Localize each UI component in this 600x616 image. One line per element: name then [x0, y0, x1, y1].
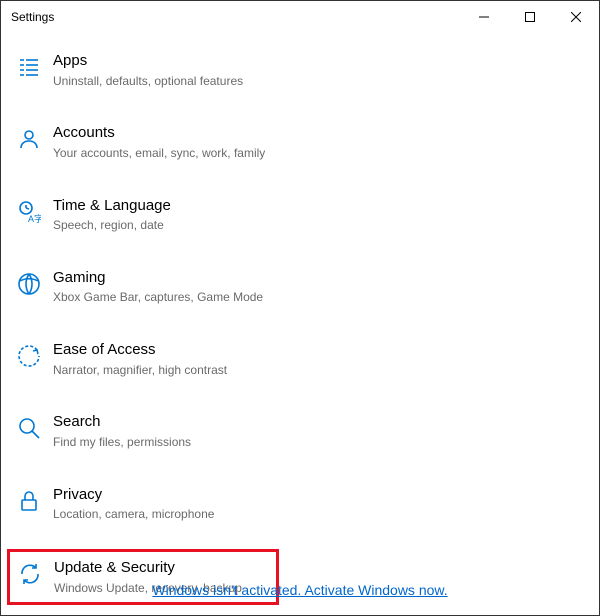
item-text: Gaming Xbox Game Bar, captures, Game Mod… [53, 268, 263, 306]
settings-item-gaming[interactable]: Gaming Xbox Game Bar, captures, Game Mod… [1, 260, 599, 314]
item-desc: Find my files, permissions [53, 434, 191, 451]
settings-item-search[interactable]: Search Find my files, permissions [1, 404, 599, 458]
accounts-icon [15, 125, 43, 153]
apps-icon [15, 53, 43, 81]
item-desc: Narrator, magnifier, high contrast [53, 362, 227, 379]
search-icon [15, 414, 43, 442]
settings-list: Apps Uninstall, defaults, optional featu… [1, 33, 599, 605]
time-language-icon: A字 [15, 198, 43, 226]
item-title: Gaming [53, 268, 263, 288]
svg-text:A字: A字 [28, 213, 41, 224]
maximize-button[interactable] [507, 1, 553, 33]
item-title: Apps [53, 51, 243, 71]
item-title: Accounts [53, 123, 265, 143]
settings-item-time-language[interactable]: A字 Time & Language Speech, region, date [1, 188, 599, 242]
item-text: Apps Uninstall, defaults, optional featu… [53, 51, 243, 89]
close-button[interactable] [553, 1, 599, 33]
item-title: Ease of Access [53, 340, 227, 360]
settings-item-ease-of-access[interactable]: Ease of Access Narrator, magnifier, high… [1, 332, 599, 386]
titlebar: Settings [1, 1, 599, 33]
item-title: Search [53, 412, 191, 432]
settings-item-apps[interactable]: Apps Uninstall, defaults, optional featu… [1, 43, 599, 97]
item-desc: Speech, region, date [53, 217, 171, 234]
item-desc: Your accounts, email, sync, work, family [53, 145, 265, 162]
item-title: Update & Security [54, 558, 242, 578]
item-text: Time & Language Speech, region, date [53, 196, 171, 234]
window-controls [461, 1, 599, 33]
item-text: Accounts Your accounts, email, sync, wor… [53, 123, 265, 161]
activation-link[interactable]: Windows isn't activated. Activate Window… [152, 582, 447, 598]
activation-notice: Windows isn't activated. Activate Window… [0, 582, 600, 598]
item-desc: Xbox Game Bar, captures, Game Mode [53, 289, 263, 306]
item-text: Ease of Access Narrator, magnifier, high… [53, 340, 227, 378]
window-title: Settings [11, 10, 54, 24]
ease-of-access-icon [15, 342, 43, 370]
privacy-icon [15, 487, 43, 515]
item-text: Privacy Location, camera, microphone [53, 485, 214, 523]
settings-item-accounts[interactable]: Accounts Your accounts, email, sync, wor… [1, 115, 599, 169]
item-desc: Uninstall, defaults, optional features [53, 73, 243, 90]
item-title: Time & Language [53, 196, 171, 216]
item-desc: Location, camera, microphone [53, 506, 214, 523]
gaming-icon [15, 270, 43, 298]
minimize-button[interactable] [461, 1, 507, 33]
item-title: Privacy [53, 485, 214, 505]
item-text: Search Find my files, permissions [53, 412, 191, 450]
settings-item-privacy[interactable]: Privacy Location, camera, microphone [1, 477, 599, 531]
